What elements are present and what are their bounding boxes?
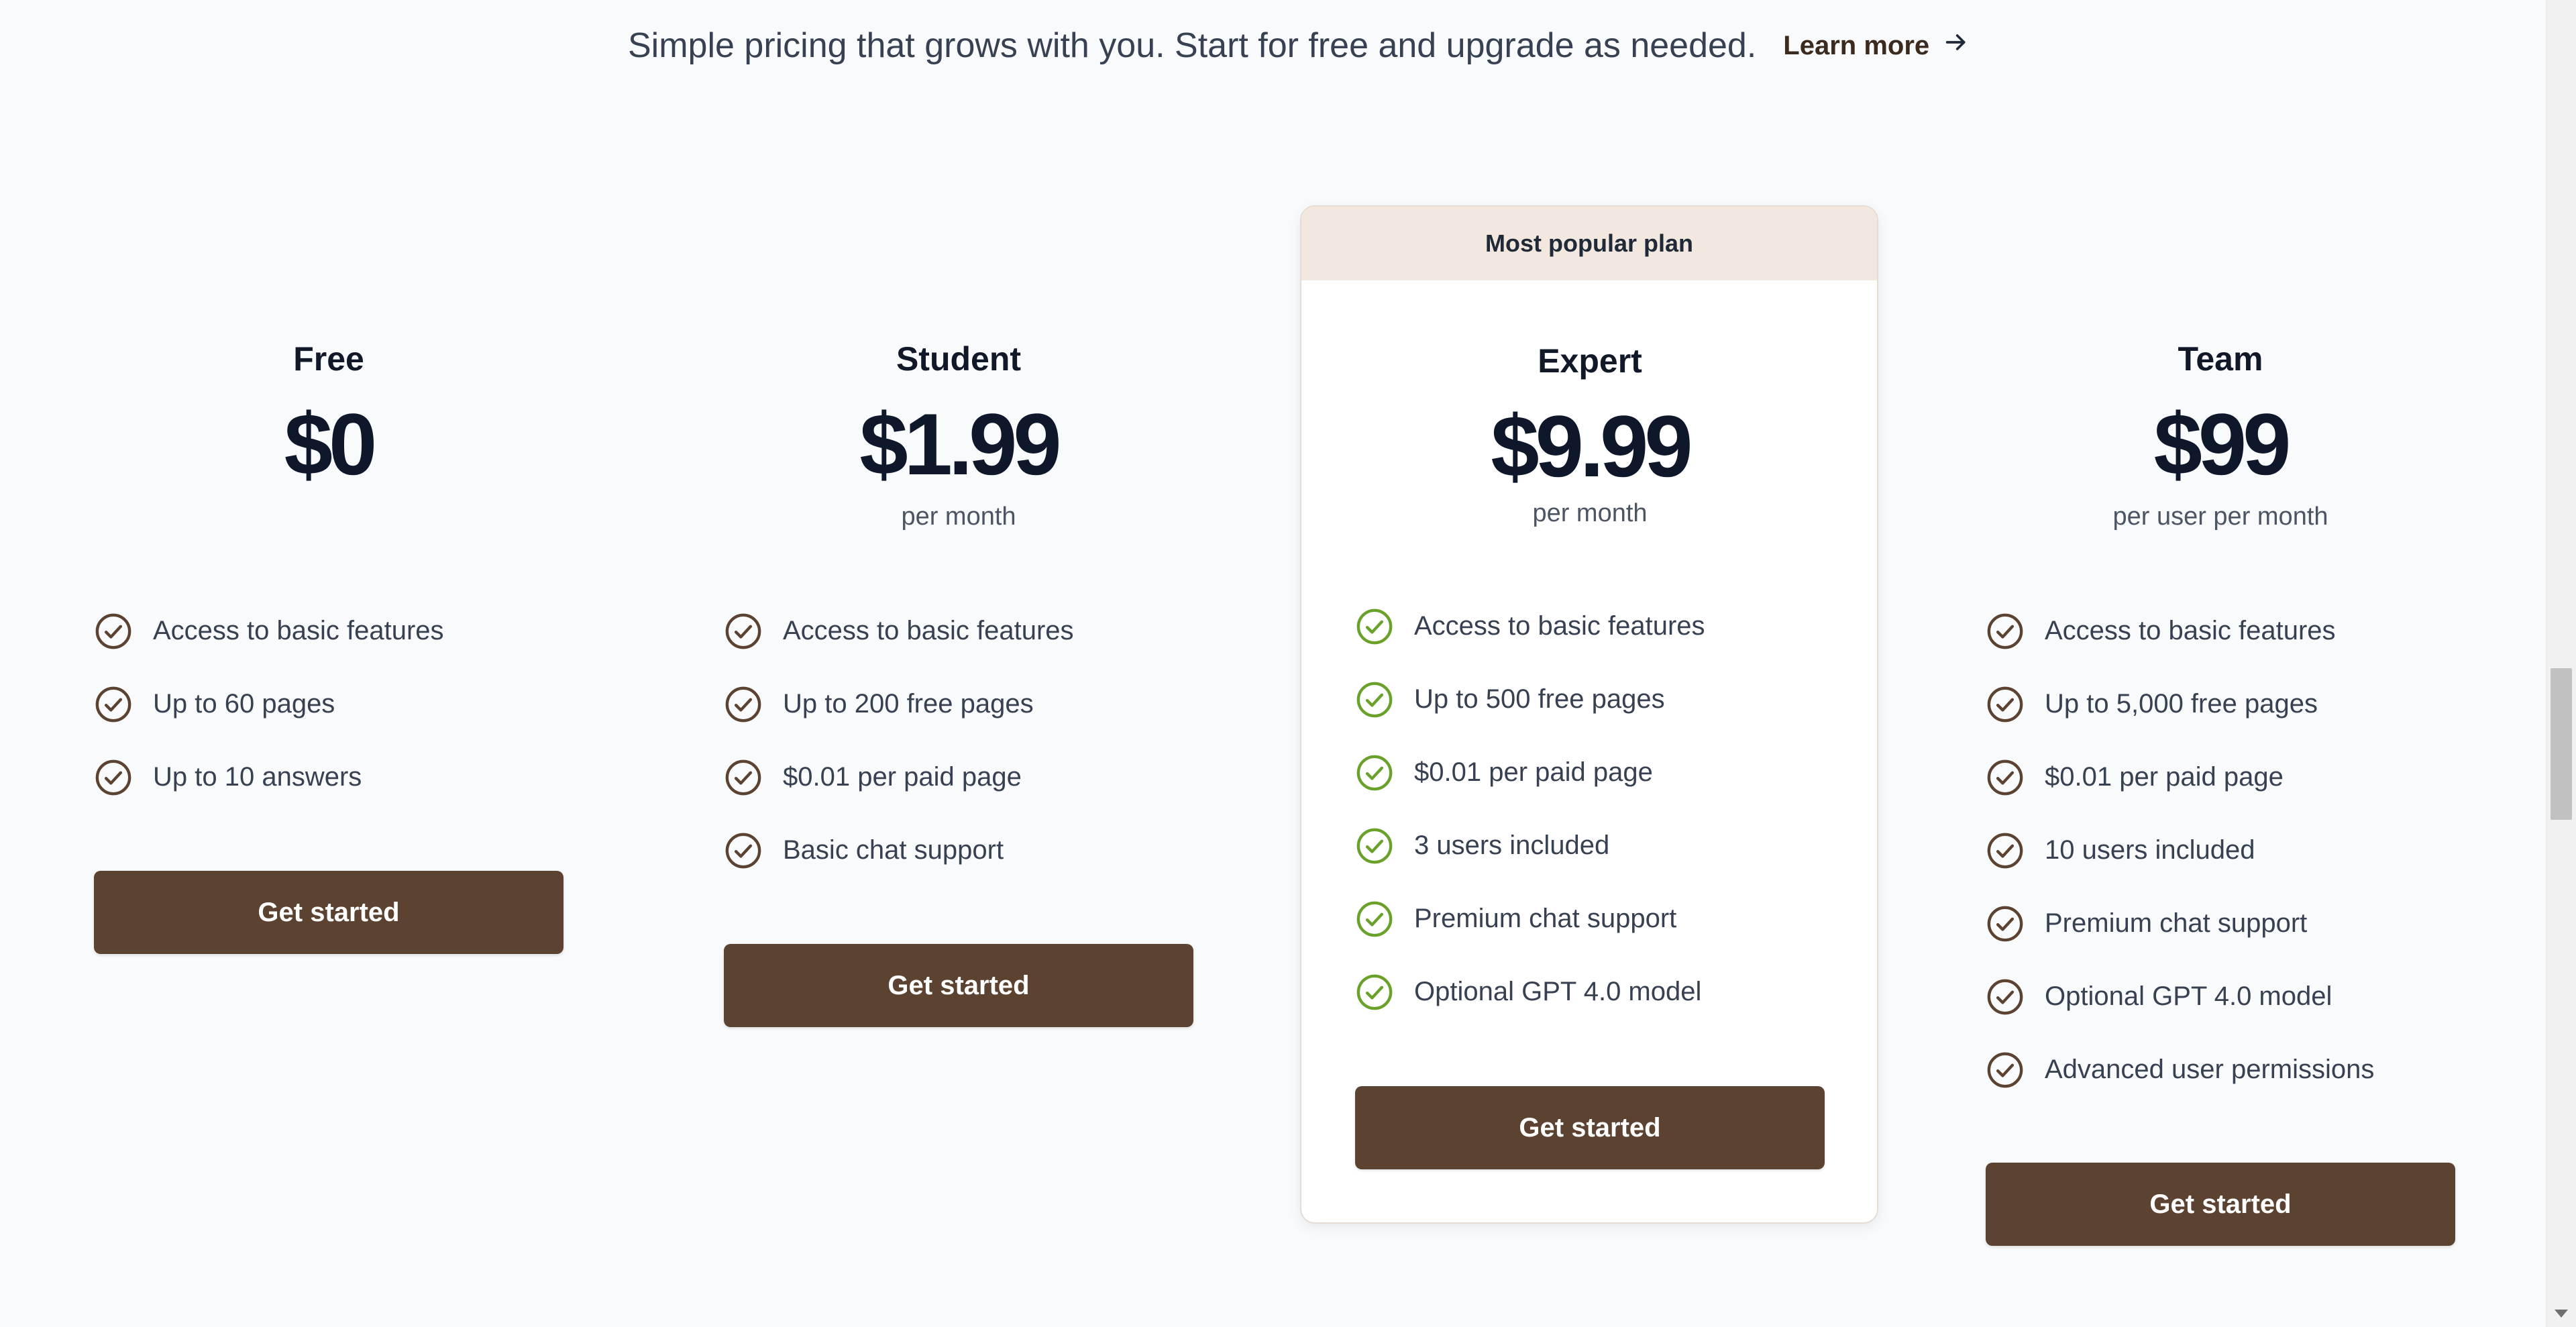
check-circle-icon [1355,607,1394,646]
check-circle-icon [1355,827,1394,865]
feature-label: Access to basic features [2045,616,2336,645]
check-circle-icon [1355,973,1394,1012]
feature-label: Up to 200 free pages [783,689,1034,719]
feature-list: Access to basic features Up to 200 free p… [724,594,1074,887]
check-circle-icon [1986,758,2025,797]
check-circle-icon [724,612,763,651]
feature-item: Premium chat support [1986,887,2374,960]
check-circle-icon [94,685,133,724]
check-circle-icon [1355,680,1394,719]
plan-name: Student [896,340,1022,378]
feature-item: Access to basic features [1986,594,2374,668]
feature-label: 3 users included [1414,831,1610,860]
feature-label: Optional GPT 4.0 model [2045,981,2332,1011]
check-circle-icon [1986,685,2025,724]
scrollbar-thumb[interactable] [2551,668,2572,820]
check-circle-icon [724,831,763,870]
feature-item: Basic chat support [724,814,1074,887]
get-started-button[interactable]: Get started [94,871,564,954]
learn-more-link[interactable]: Learn more [1783,29,1970,62]
feature-label: Access to basic features [1414,611,1705,641]
feature-list: Access to basic features Up to 500 free p… [1355,590,1705,1028]
feature-item: $0.01 per paid page [1355,736,1705,809]
featured-plan-card: Most popular plan Expert $9.99 per month… [1300,205,1878,1224]
learn-more-label: Learn more [1783,30,1930,60]
feature-label: $0.01 per paid page [1414,757,1653,787]
pricing-intro: Simple pricing that grows with you. Star… [628,21,1970,70]
feature-item: Up to 200 free pages [724,668,1074,741]
pricing-intro-text: Simple pricing that grows with you. Star… [628,26,1757,65]
check-circle-icon [1355,753,1394,792]
plan-price: $0 [284,395,378,493]
feature-label: Basic chat support [783,835,1004,865]
feature-item: Up to 60 pages [94,668,444,741]
feature-item: $0.01 per paid page [724,741,1074,814]
feature-label: Access to basic features [153,616,444,645]
feature-item: Advanced user permissions [1986,1033,2374,1106]
check-circle-icon [1986,977,2025,1016]
feature-item: Up to 500 free pages [1355,663,1705,736]
check-circle-icon [724,758,763,797]
feature-label: Up to 10 answers [153,762,362,792]
feature-label: Up to 500 free pages [1414,684,1665,714]
feature-item: Access to basic features [94,594,444,668]
plan-price: $99 [2153,395,2292,493]
get-started-button[interactable]: Get started [1355,1086,1825,1169]
plan-free: Free $0 Access to basic features Up to 60… [94,339,564,954]
feature-item: 3 users included [1355,809,1705,882]
check-circle-icon [724,685,763,724]
check-circle-icon [1986,1051,2025,1090]
feature-label: 10 users included [2045,835,2255,865]
feature-item: Optional GPT 4.0 model [1986,960,2374,1033]
check-circle-icon [1355,900,1394,939]
scroll-down-arrow-icon[interactable] [2555,1310,2568,1318]
check-circle-icon [1986,612,2025,651]
feature-item: $0.01 per paid page [1986,741,2374,814]
check-circle-icon [1986,904,2025,943]
most-popular-banner: Most popular plan [1301,207,1877,280]
feature-item: Optional GPT 4.0 model [1355,955,1705,1028]
feature-item: Premium chat support [1355,882,1705,955]
feature-item: Access to basic features [1355,590,1705,663]
feature-label: $0.01 per paid page [2045,762,2284,792]
plan-name: Expert [1538,342,1642,380]
feature-label: Optional GPT 4.0 model [1414,977,1702,1006]
feature-item: Up to 10 answers [94,741,444,814]
pricing-page: Simple pricing that grows with you. Star… [0,0,2576,1327]
vertical-scrollbar[interactable] [2546,0,2576,1327]
feature-list: Access to basic features Up to 5,000 free… [1986,594,2374,1106]
feature-item: Up to 5,000 free pages [1986,668,2374,741]
get-started-button[interactable]: Get started [724,944,1193,1027]
plan-price: $1.99 [859,395,1061,493]
plan-period: per user per month [2112,502,2328,531]
feature-label: Premium chat support [2045,908,2308,938]
check-circle-icon [1986,831,2025,870]
arrow-right-icon [1943,29,1970,62]
feature-label: $0.01 per paid page [783,762,1022,792]
plan-period: per month [1532,499,1648,527]
plan-team: Team $99 per user per month Access to ba… [1986,339,2455,1246]
check-circle-icon [94,612,133,651]
get-started-button[interactable]: Get started [1986,1163,2455,1246]
feature-item: Access to basic features [724,594,1074,668]
plan-student: Student $1.99 per month Access to basic … [724,339,1193,1027]
feature-label: Up to 5,000 free pages [2045,689,2318,719]
feature-label: Access to basic features [783,616,1074,645]
plan-price: $9.99 [1491,397,1693,495]
plan-name: Team [2178,340,2263,378]
feature-label: Up to 60 pages [153,689,335,719]
feature-label: Advanced user permissions [2045,1055,2375,1084]
feature-label: Premium chat support [1414,904,1677,933]
check-circle-icon [94,758,133,797]
plan-period: per month [901,502,1016,531]
feature-list: Access to basic features Up to 60 pages Up… [94,594,444,814]
feature-item: 10 users included [1986,814,2374,887]
plan-name: Free [293,340,364,378]
